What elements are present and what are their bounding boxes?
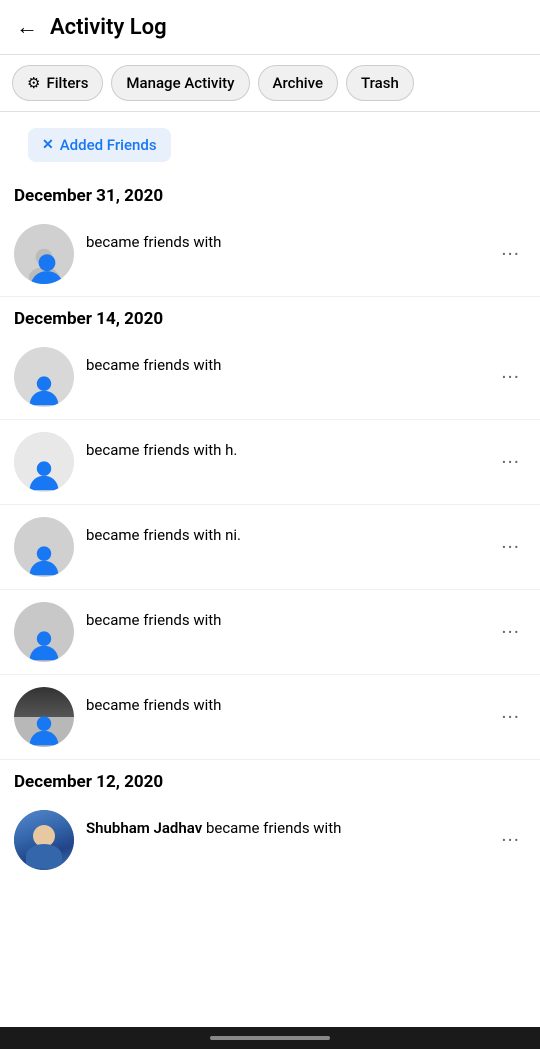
avatar — [14, 602, 74, 662]
more-options-button[interactable]: ··· — [495, 701, 526, 733]
header: ← Activity Log — [0, 0, 540, 55]
activity-action: became friends with — [86, 356, 221, 374]
activity-text: became friends with — [86, 224, 495, 253]
more-options-button[interactable]: ··· — [495, 446, 526, 478]
date-heading-dec12: December 12, 2020 — [0, 760, 540, 798]
activity-text: became friends with — [86, 347, 495, 376]
activity-action: became friends with h. — [86, 441, 237, 459]
activity-text: became friends with — [86, 602, 495, 631]
back-button[interactable]: ← — [16, 14, 38, 40]
date-heading-dec14: December 14, 2020 — [0, 297, 540, 335]
more-options-button[interactable]: ··· — [495, 616, 526, 648]
archive-label: Archive — [273, 74, 323, 92]
manage-activity-label: Manage Activity — [126, 74, 234, 92]
bottom-nav-bar — [0, 1027, 540, 1049]
active-filter-chip[interactable]: ✕ Added Friends — [28, 128, 171, 162]
activity-action: became friends with — [206, 819, 341, 837]
home-indicator — [210, 1036, 330, 1040]
more-options-button[interactable]: ··· — [495, 238, 526, 270]
activity-item: became friends with ··· — [0, 590, 540, 675]
avatar — [14, 810, 74, 870]
page-title: Activity Log — [50, 15, 167, 40]
filters-pill[interactable]: ⚙ Filters — [12, 65, 103, 101]
activity-text: became friends with — [86, 687, 495, 716]
manage-activity-pill[interactable]: Manage Activity — [111, 65, 249, 101]
remove-filter-icon[interactable]: ✕ — [42, 137, 54, 153]
activity-item: became friends with ni. ··· — [0, 505, 540, 590]
avatar — [14, 347, 74, 407]
trash-label: Trash — [361, 74, 399, 92]
activity-name: Shubham Jadhav — [86, 819, 202, 837]
activity-item: became friends with h. ··· — [0, 420, 540, 505]
trash-pill[interactable]: Trash — [346, 65, 414, 101]
activity-item: Shubham Jadhav became friends with ··· — [0, 798, 540, 882]
avatar — [14, 687, 74, 747]
avatar — [14, 224, 74, 284]
filters-icon: ⚙ — [27, 74, 40, 92]
activity-item: became friends with ··· — [0, 212, 540, 297]
date-heading-dec31: December 31, 2020 — [0, 174, 540, 212]
activity-action: became friends with — [86, 233, 221, 251]
more-options-button[interactable]: ··· — [495, 824, 526, 856]
filter-bar: ⚙ Filters Manage Activity Archive Trash — [0, 55, 540, 112]
active-filter-label: Added Friends — [60, 136, 157, 154]
activity-action: became friends with — [86, 611, 221, 629]
archive-pill[interactable]: Archive — [258, 65, 338, 101]
activity-text: became friends with h. — [86, 432, 495, 461]
activity-action: became friends with ni. — [86, 526, 241, 544]
more-options-button[interactable]: ··· — [495, 361, 526, 393]
activity-action: became friends with — [86, 696, 221, 714]
active-filter-wrap: ✕ Added Friends — [0, 112, 540, 174]
activity-text: became friends with ni. — [86, 517, 495, 546]
avatar — [14, 517, 74, 577]
activity-text: Shubham Jadhav became friends with — [86, 810, 495, 839]
more-options-button[interactable]: ··· — [495, 531, 526, 563]
filters-label: Filters — [46, 74, 88, 92]
activity-item: became friends with ··· — [0, 335, 540, 420]
activity-item: became friends with ··· — [0, 675, 540, 760]
avatar — [14, 432, 74, 492]
